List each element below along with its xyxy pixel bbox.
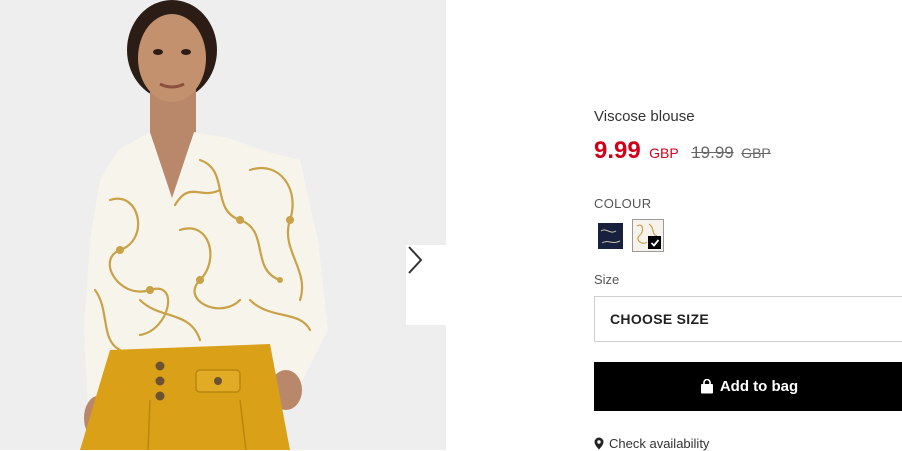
product-name: Viscose blouse <box>594 108 695 125</box>
original-price: 19.99 <box>691 143 734 162</box>
colour-label: COLOUR <box>594 196 652 211</box>
size-label: Size <box>594 272 620 287</box>
colour-swatch-cream-print[interactable] <box>632 219 664 252</box>
size-select[interactable]: CHOOSE SIZE <box>594 296 902 342</box>
add-to-bag-label: Add to bag <box>719 378 799 395</box>
selected-check-icon <box>648 236 661 249</box>
colour-swatch-navy[interactable] <box>598 223 623 249</box>
original-currency: GBP <box>741 145 771 161</box>
shopping-bag-icon <box>700 379 713 394</box>
price-row: 9.99 GBP 19.99 GBP <box>594 137 771 165</box>
add-to-bag-button[interactable]: Add to bag <box>594 362 902 411</box>
check-availability-link[interactable]: Check availability <box>594 436 709 451</box>
sale-currency: GBP <box>649 145 679 161</box>
navy-print-pattern <box>600 229 621 244</box>
product-info: Viscose blouse 9.99 GBP 19.99 GBP COLOUR… <box>594 0 902 451</box>
check-availability-label: Check availability <box>609 436 710 451</box>
product-image <box>0 0 446 450</box>
model-photo <box>0 0 446 450</box>
location-pin-icon <box>594 437 604 450</box>
next-image-button[interactable] <box>406 245 446 325</box>
chevron-right-icon <box>408 246 423 274</box>
sale-price: 9.99 <box>594 137 641 164</box>
